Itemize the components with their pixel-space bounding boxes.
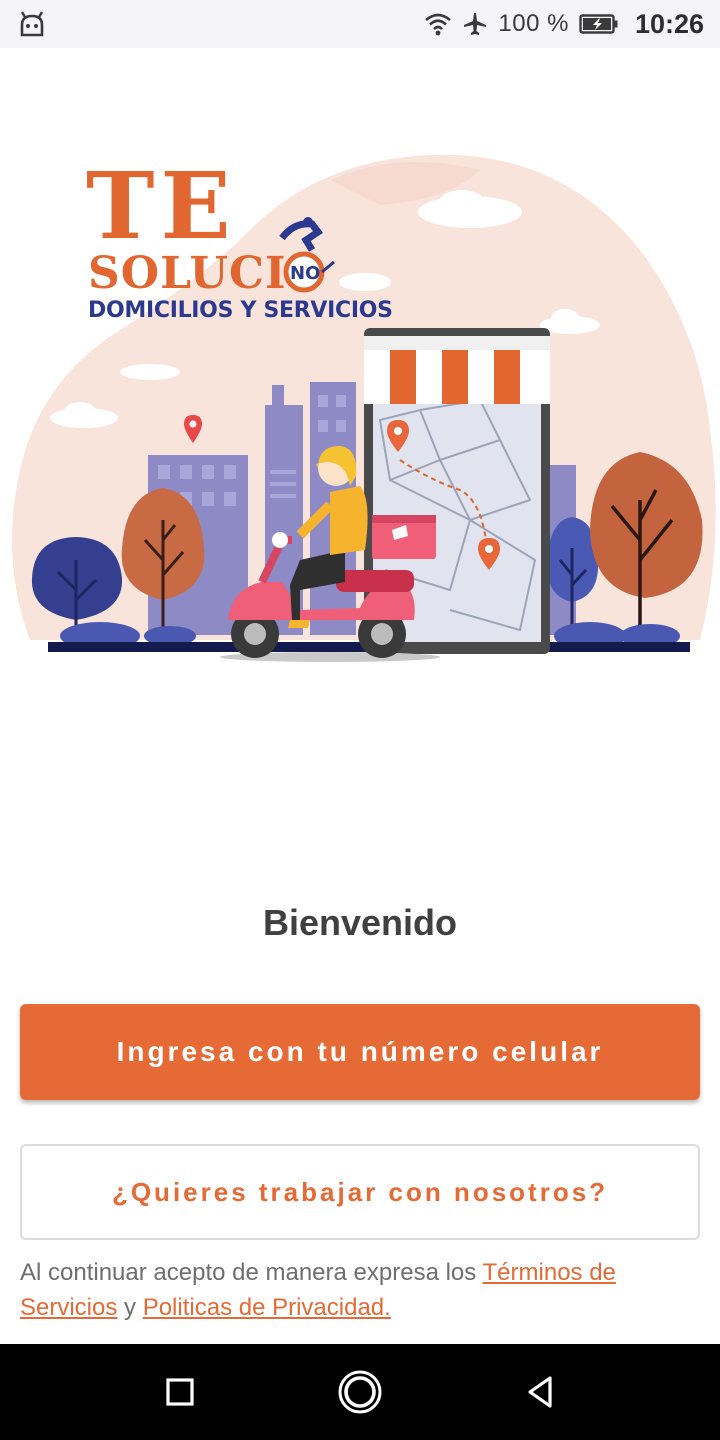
- android-icon: [20, 11, 44, 37]
- awning-stripes: [364, 350, 550, 404]
- home-icon[interactable]: [336, 1368, 384, 1416]
- battery-percentage: 100 %: [498, 10, 569, 37]
- welcome-title: Bienvenido: [262, 902, 458, 943]
- logo-no-badge: NO: [290, 263, 320, 284]
- battery-charging-icon: [579, 14, 618, 34]
- cyclist-clock-icon: NO: [279, 217, 335, 293]
- login-with-phone-button[interactable]: Ingresa con tu número celular: [20, 1004, 700, 1100]
- back-icon[interactable]: [516, 1368, 564, 1416]
- legal-conjunction: y: [117, 1294, 143, 1321]
- status-bar: 100 % 10:26: [0, 0, 720, 48]
- clock: 10:26: [634, 8, 704, 39]
- recent-apps-icon[interactable]: [156, 1368, 204, 1416]
- logo-tagline: DOMICILIOS Y SERVICIOS: [88, 298, 393, 323]
- logo-line-te: TE: [86, 152, 237, 260]
- wifi-icon: [425, 13, 452, 36]
- navigation-bar: [0, 1344, 720, 1440]
- work-with-us-button[interactable]: ¿Quieres trabajar con nosotros?: [20, 1144, 700, 1240]
- legal-notice: Al continuar acepto de manera expresa lo…: [20, 1255, 700, 1325]
- airplane-icon: [464, 13, 487, 35]
- brand-logo: TE SOLUCIO NO DOMICILIOS Y SERVICIOS: [86, 152, 393, 330]
- status-indicators: 100 % 10:26: [424, 0, 704, 48]
- privacy-policy-link[interactable]: Politicas de Privacidad.: [143, 1294, 391, 1321]
- legal-prefix: Al continuar acepto de manera expresa lo…: [20, 1259, 483, 1286]
